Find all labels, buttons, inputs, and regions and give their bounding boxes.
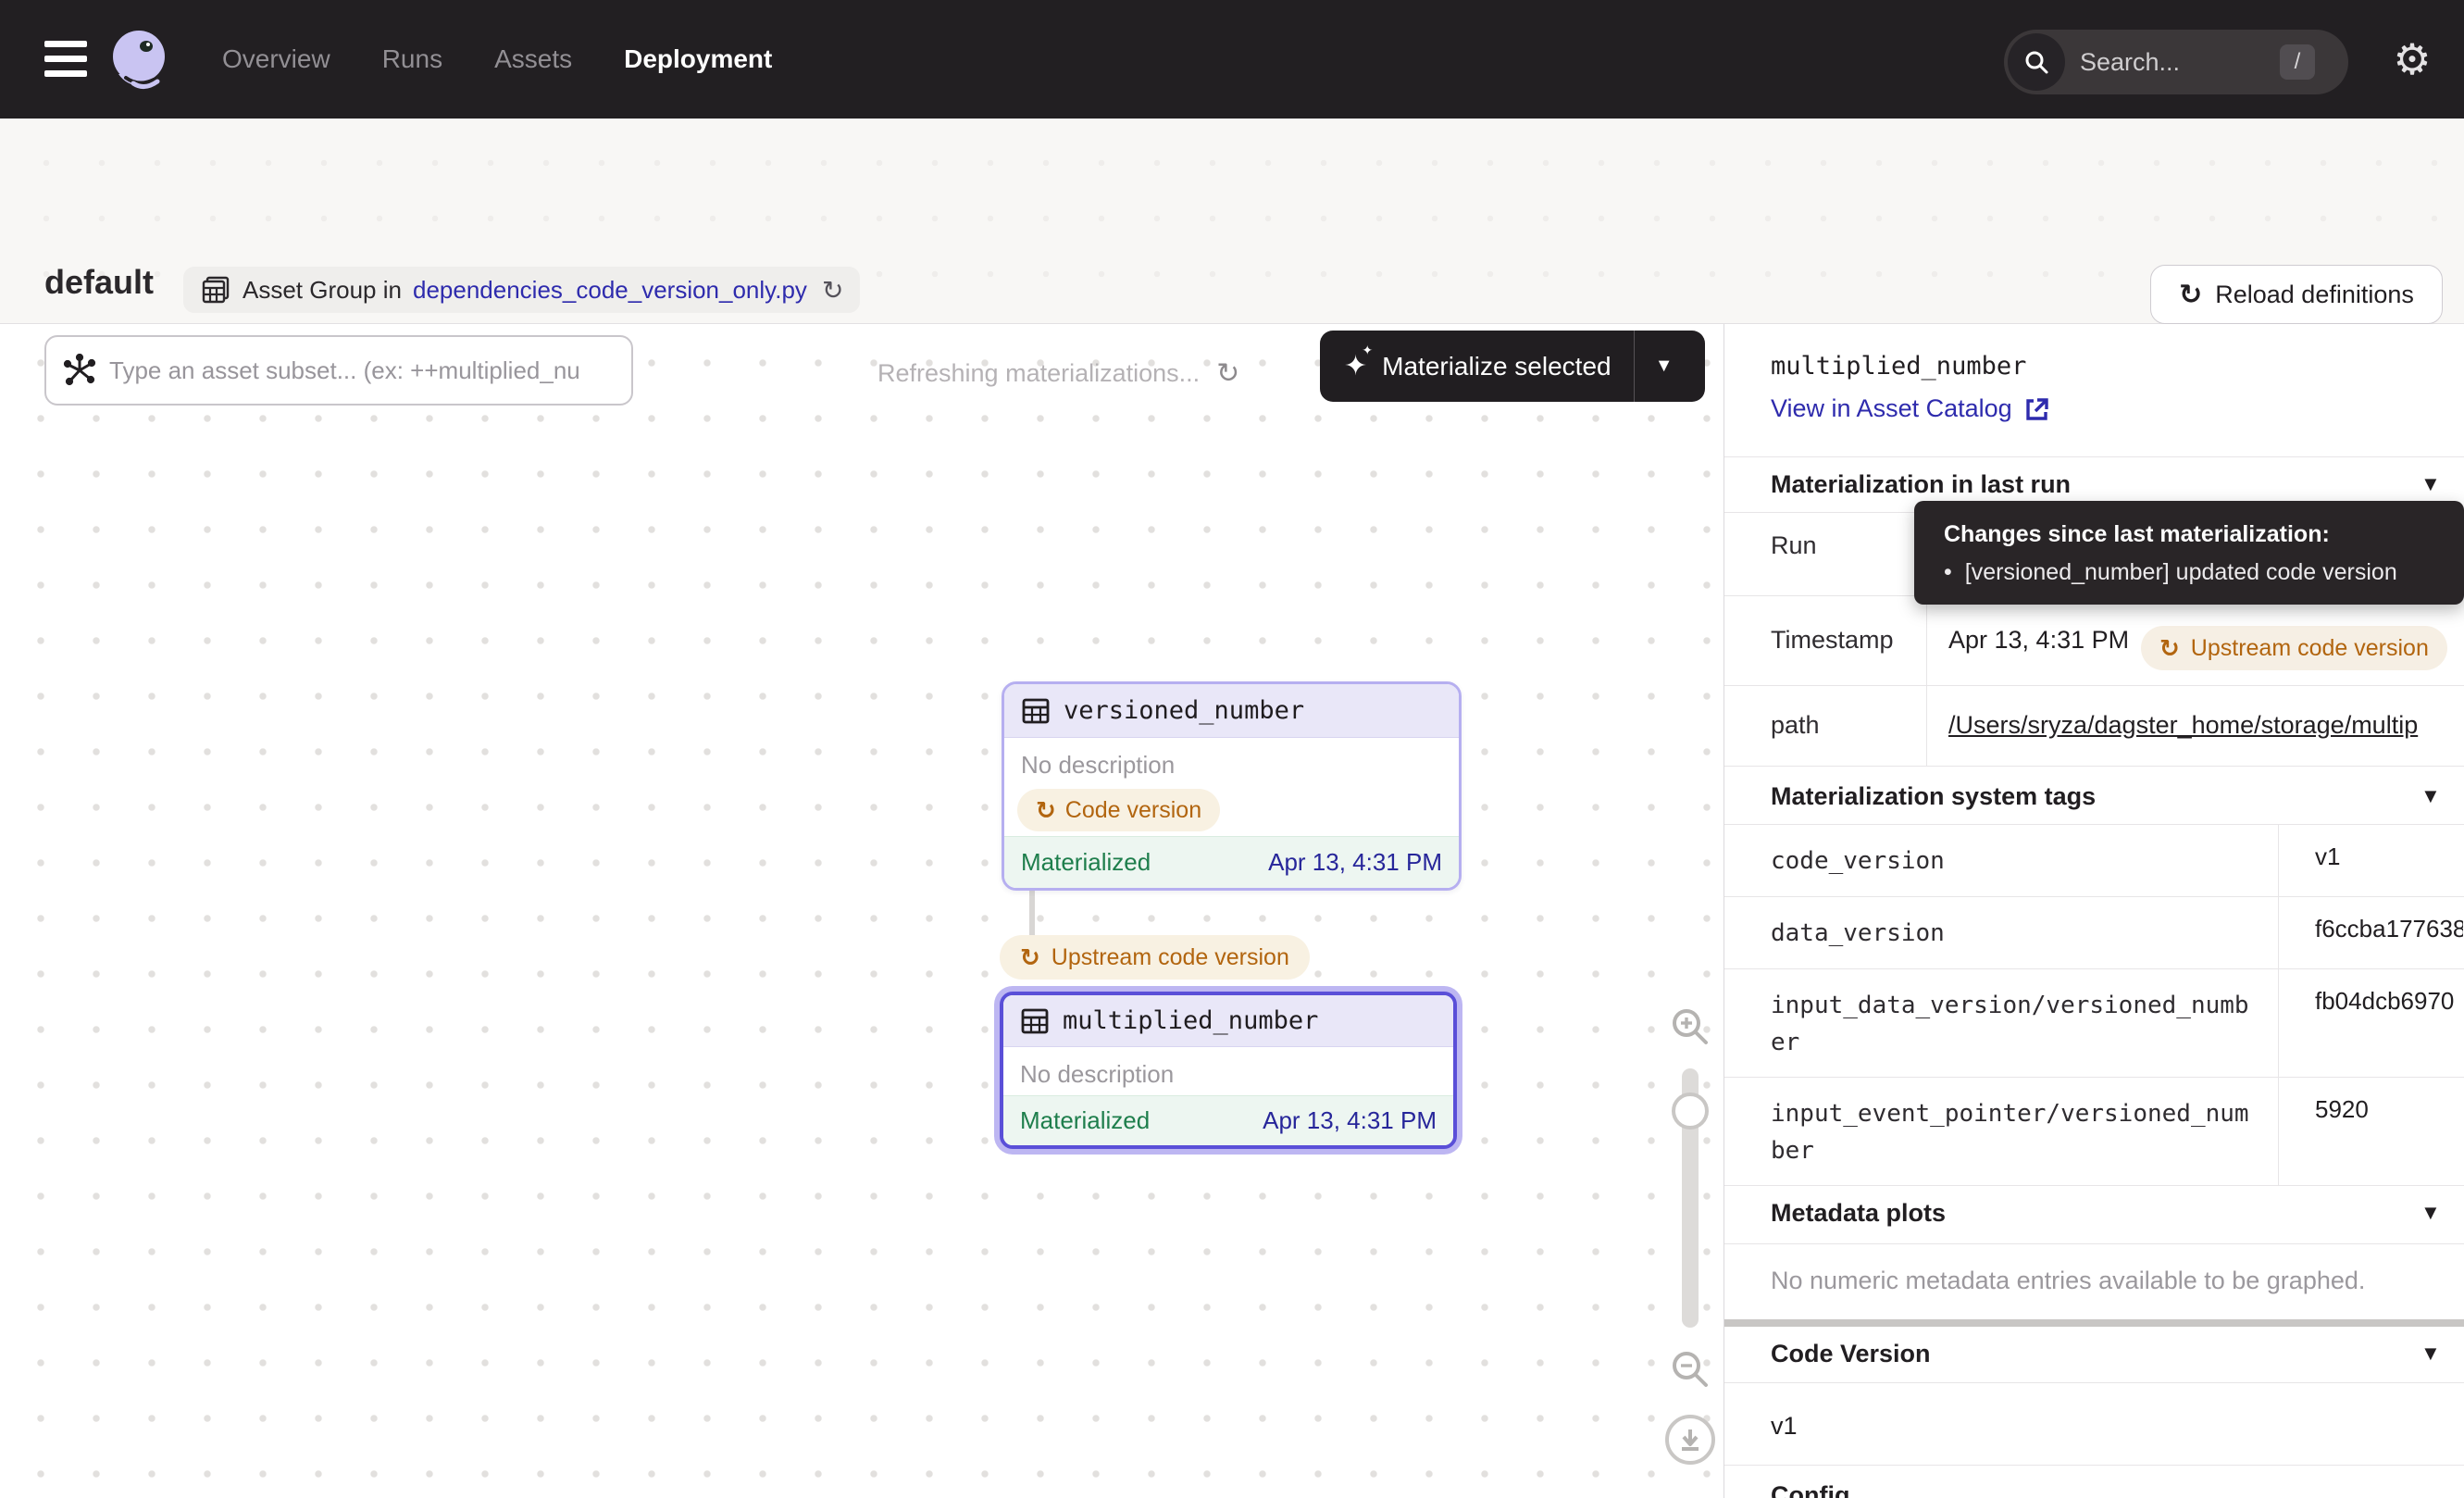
asset-subset-input[interactable] <box>109 356 615 385</box>
menu-icon[interactable] <box>44 41 87 78</box>
metadata-plots-empty-text: No numeric metadata entries available to… <box>1771 1267 2365 1295</box>
materialize-selected-button[interactable]: ✦✦ Materialize selected ▼ <box>1320 331 1705 402</box>
collapse-caret-icon[interactable]: ▼ <box>2420 472 2441 496</box>
stale-refresh-icon: ↻ <box>2159 634 2180 663</box>
dagster-logo-icon[interactable] <box>106 26 172 93</box>
materialized-status: Materialized <box>1021 848 1151 877</box>
zoom-in-icon[interactable] <box>1669 1005 1711 1048</box>
stale-refresh-icon: ↻ <box>1020 943 1040 972</box>
system-tag-value: v1 <box>2315 843 2463 871</box>
tooltip-title: Changes since last materialization: <box>1944 521 2440 548</box>
tooltip-change-item: [versioned_number] updated code version <box>1965 559 2397 586</box>
asset-name: multiplied_number <box>1063 1006 1318 1035</box>
collapse-caret-icon[interactable]: ▼ <box>2420 1201 2441 1225</box>
section-config: Config <box>1771 1481 1849 1498</box>
run-row-label: Run <box>1771 531 1817 560</box>
asset-node-multiplied-number[interactable]: multiplied_number No description Materia… <box>1000 992 1457 1149</box>
upstream-code-version-badge: ↻ Upstream code version <box>2141 626 2447 670</box>
code-version-value: v1 <box>1771 1412 1798 1441</box>
download-graph-icon[interactable] <box>1665 1415 1715 1465</box>
asset-name: versioned_number <box>1064 696 1304 725</box>
page-header: default Asset Group in dependencies_code… <box>0 119 2464 324</box>
system-tag-value: f6ccba177638 <box>2315 915 2463 943</box>
page-title: default <box>44 263 154 302</box>
asset-description: No description <box>1003 1047 1453 1089</box>
system-tag-key: input_event_pointer/versioned_number <box>1771 1095 2261 1169</box>
zoom-controls <box>1662 1005 1718 1465</box>
refreshing-status: Refreshing materializations... ↻ <box>877 357 1239 390</box>
search-box[interactable]: / <box>2004 30 2348 94</box>
section-materialization-system-tags: Materialization system tags <box>1771 782 2096 811</box>
collapse-caret-icon[interactable]: ▼ <box>2420 784 2441 808</box>
top-nav: Overview Runs Assets Deployment / ⚙ <box>0 0 2464 119</box>
timestamp-row-label: Timestamp <box>1771 626 1894 655</box>
system-tag-key: code_version <box>1771 843 2261 880</box>
asset-description: No description <box>1004 738 1459 780</box>
settings-gear-icon[interactable]: ⚙ <box>2388 35 2436 83</box>
nav-item-overview[interactable]: Overview <box>222 44 330 74</box>
asset-group-tag: Asset Group in dependencies_code_version… <box>183 267 860 313</box>
nav-item-deployment[interactable]: Deployment <box>624 44 772 74</box>
zoom-out-icon[interactable] <box>1669 1348 1711 1391</box>
code-version-badge: ↻ Code version <box>1017 789 1220 831</box>
reload-definitions-button[interactable]: ↻ Reload definitions <box>2150 265 2443 324</box>
sparkle-icon: ✦✦ <box>1344 350 1367 382</box>
section-code-version: Code Version <box>1771 1340 1931 1368</box>
system-tag-key: input_data_version/versioned_number <box>1771 987 2261 1061</box>
materialize-dropdown-caret[interactable]: ▼ <box>1635 356 1694 377</box>
panel-section-divider <box>1724 1319 2464 1327</box>
search-shortcut-badge: / <box>2280 44 2315 80</box>
op-selector-icon <box>63 354 96 387</box>
search-icon <box>2008 33 2065 91</box>
changes-since-last-materialization-tooltip: Changes since last materialization: • [v… <box>1914 501 2464 605</box>
section-materialization-in-last-run: Materialization in last run <box>1771 470 2071 499</box>
system-tag-value: 5920 <box>2315 1095 2463 1124</box>
nav-menu: Overview Runs Assets Deployment <box>222 0 772 119</box>
bullet: • <box>1944 559 1952 586</box>
stale-refresh-icon: ↻ <box>1036 796 1056 825</box>
external-link-icon <box>2023 396 2049 422</box>
nav-item-assets[interactable]: Assets <box>494 44 572 74</box>
zoom-slider[interactable] <box>1682 1068 1699 1328</box>
materialization-timestamp[interactable]: Apr 13, 4:31 PM <box>1268 848 1442 877</box>
search-input[interactable] <box>2080 48 2256 77</box>
materialization-timestamp[interactable]: Apr 13, 4:31 PM <box>1263 1106 1437 1135</box>
asset-group-label: Asset Group in <box>243 276 402 305</box>
upstream-code-version-badge: ↻ Upstream code version <box>1000 935 1310 980</box>
reload-icon: ↻ <box>2179 279 2202 311</box>
table-icon <box>1020 1006 1050 1036</box>
materialized-status: Materialized <box>1020 1106 1150 1135</box>
path-row-label: path <box>1771 711 1820 740</box>
table-icon <box>1021 696 1051 726</box>
view-in-asset-catalog-link[interactable]: View in Asset Catalog <box>1771 394 2049 423</box>
path-link[interactable]: /Users/sryza/dagster_home/storage/multip <box>1948 711 2464 740</box>
zoom-slider-handle[interactable] <box>1672 1092 1709 1130</box>
system-tag-value: fb04dcb6970 <box>2315 987 2463 1016</box>
asset-node-versioned-number[interactable]: versioned_number No description ↻ Code v… <box>1002 681 1462 891</box>
system-tag-key: data_version <box>1771 915 2261 952</box>
asset-graph-canvas[interactable]: Refreshing materializations... ↻ ✦✦ Mate… <box>0 324 1724 1498</box>
nav-item-runs[interactable]: Runs <box>382 44 442 74</box>
tag-reload-icon[interactable]: ↻ <box>822 275 843 306</box>
refresh-spinner-icon[interactable]: ↻ <box>1216 357 1239 390</box>
section-metadata-plots: Metadata plots <box>1771 1199 1946 1228</box>
selected-asset-title: multiplied_number <box>1771 352 2026 381</box>
collapse-caret-icon[interactable]: ▼ <box>2420 1342 2441 1366</box>
timestamp-value: Apr 13, 4:31 PM <box>1948 626 2134 655</box>
asset-group-icon <box>200 274 231 306</box>
asset-group-file-link[interactable]: dependencies_code_version_only.py <box>413 276 807 305</box>
asset-subset-filter[interactable] <box>44 335 633 406</box>
